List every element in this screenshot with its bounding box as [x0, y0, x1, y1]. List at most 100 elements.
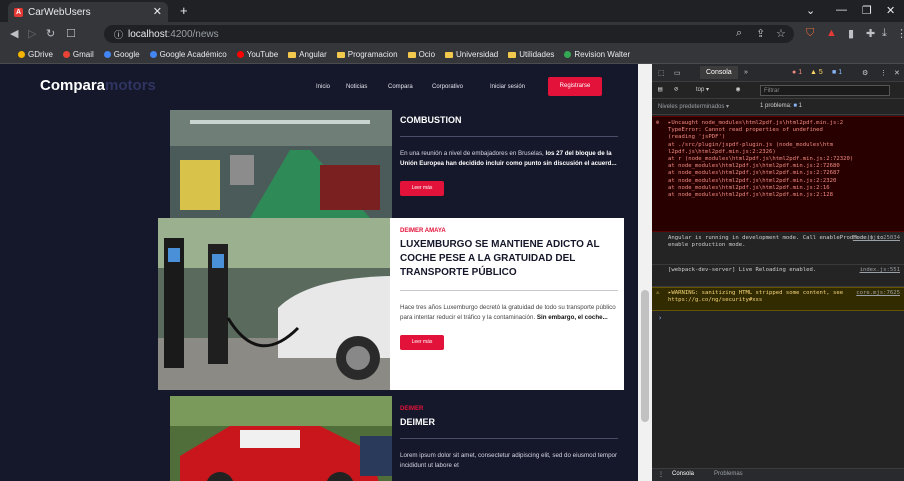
console-filter-input[interactable]: Filtrar — [760, 85, 890, 96]
read-more-button[interactable]: Leer más — [400, 335, 444, 350]
card-body: Hace tres años Luxemburgo decretó la gra… — [400, 303, 618, 323]
page-scrollbar[interactable] — [638, 64, 652, 481]
folder-icon — [407, 51, 416, 58]
card-title: COMBUSTION — [400, 115, 462, 125]
console-prompt-icon[interactable]: › — [658, 314, 662, 322]
error-icon: ⊗ — [656, 120, 660, 126]
info-count-badge[interactable]: ■ 1 — [832, 69, 842, 76]
bookmark-item[interactable]: Revision Walter — [564, 50, 630, 59]
drive-icon — [18, 51, 25, 58]
forward-icon[interactable]: ▷ — [28, 27, 36, 40]
reading-list-icon[interactable]: ▮ — [848, 27, 854, 40]
read-more-button[interactable]: Leer más — [400, 181, 444, 196]
drawer-menu-icon[interactable]: ⋮ — [658, 471, 664, 478]
bookmark-item[interactable]: Google — [103, 50, 140, 59]
youtube-icon — [236, 51, 244, 58]
extension-icon[interactable]: ▲ — [826, 27, 837, 39]
log-source-link[interactable]: index.js:551 — [860, 267, 900, 274]
menu-icon[interactable]: ⋮ — [896, 27, 904, 40]
device-toolbar-icon[interactable]: ▭ — [674, 69, 681, 77]
news-card-highlighted: DEIMER AMAYA LUXEMBURGO SE MANTIENE ADIC… — [158, 218, 624, 390]
minimize-button[interactable]: — — [836, 4, 847, 16]
bookmark-item[interactable]: Angular — [288, 50, 327, 59]
bookmark-item[interactable]: Utilidades — [508, 50, 554, 59]
bookmark-label: Gmail — [72, 50, 94, 59]
card-title: DEIMER — [400, 417, 436, 427]
zoom-icon[interactable]: ⌕ — [736, 27, 742, 40]
folder-icon — [336, 51, 345, 58]
website-viewport: Comparamotors Inicio Noticias Compara Co… — [0, 64, 652, 481]
nav-iniciar-sesion[interactable]: Iniciar sesión — [490, 84, 525, 90]
bookmark-item[interactable]: Google Académico — [149, 50, 227, 59]
error-stack-line: at r (node_modules\html2pdf.js\html2pdf.… — [668, 156, 854, 163]
levels-label: Niveles predeterminados — [658, 104, 725, 110]
bookmark-item[interactable]: YouTube — [236, 50, 278, 59]
console-levels-bar: Niveles predeterminados ▾ 1 problema: ■ … — [652, 99, 904, 115]
bookmark-item[interactable]: Programacion — [336, 50, 398, 59]
folder-icon — [288, 51, 297, 58]
drawer-tab-console[interactable]: Consola — [672, 471, 694, 477]
error-stack-line: at ./src/plugin/jspdf-plugin.js (node_mo… — [668, 141, 834, 148]
register-button[interactable]: Registrarse — [548, 77, 602, 96]
card-body-text: En una reunión a nivel de embajadores en… — [400, 150, 546, 157]
nav-corporativo[interactable]: Corporativo — [432, 84, 463, 90]
issues-button[interactable]: 1 problema: ■ 1 — [760, 103, 802, 109]
brave-shield-icon[interactable]: ⛉ — [806, 27, 814, 40]
settings-icon[interactable]: ⚙ — [862, 69, 868, 77]
new-tab-button[interactable]: + — [180, 3, 188, 18]
bookmark-label: Google Académico — [159, 50, 227, 59]
close-window-button[interactable]: ✕ — [886, 4, 895, 17]
warning-count-badge[interactable]: ▲ 5 — [810, 69, 823, 76]
error-count-badge[interactable]: ● 1 — [792, 69, 802, 76]
share-icon[interactable]: ⇪ — [756, 27, 765, 40]
bookmark-page-icon[interactable]: ☐ — [66, 27, 76, 40]
log-source-link[interactable]: core.mjs:25034 — [853, 235, 900, 242]
close-devtools-icon[interactable]: ✕ — [894, 69, 900, 77]
clear-console-icon[interactable]: ⊘ — [674, 85, 678, 93]
news-card: DEIMER DEIMER Lorem ipsum dolor sit amet… — [170, 396, 622, 481]
bookmark-label: Utilidades — [519, 50, 555, 59]
nav-inicio[interactable]: Inicio — [316, 84, 330, 90]
card-body: En una reunión a nivel de embajadores en… — [400, 149, 618, 169]
nav-noticias[interactable]: Noticias — [346, 84, 367, 90]
star-icon[interactable]: ☆ — [776, 27, 786, 40]
levels-select[interactable]: Niveles predeterminados ▾ — [658, 103, 729, 110]
tab-title: CarWebUsers — [28, 6, 91, 18]
extensions-icon[interactable]: ✚ — [866, 27, 875, 40]
tab-console[interactable]: Consola — [700, 66, 738, 79]
bookmark-item[interactable]: Ocio — [407, 50, 435, 59]
card-divider — [400, 136, 618, 137]
download-icon[interactable]: ⤓ — [882, 27, 887, 40]
tab-search-icon[interactable]: ⌄ — [806, 4, 815, 17]
error-stack-line: at node_modules\html2pdf.js\html2pdf.min… — [668, 170, 840, 177]
address-bar[interactable]: ⓘ localhost:4200/news — [104, 25, 794, 43]
console-warning-message[interactable]: ⚠ ▸WARNING: sanitizing HTML stripped som… — [652, 287, 904, 311]
close-tab-icon[interactable]: ✕ — [153, 5, 162, 18]
card-image-ev-charging — [158, 218, 390, 390]
scrollbar-thumb[interactable] — [641, 290, 649, 422]
site-info-icon[interactable]: ⓘ — [114, 28, 123, 41]
tab-favicon-icon: A — [14, 7, 23, 17]
issues-count: 1 — [798, 103, 802, 109]
url-host: localhost — [128, 28, 168, 40]
warning-source-link[interactable]: core.mjs:7625 — [856, 290, 900, 297]
site-logo[interactable]: Comparamotors — [40, 77, 156, 94]
more-tabs-icon[interactable]: » — [744, 69, 748, 76]
eye-icon[interactable]: ◉ — [736, 85, 740, 93]
reload-icon[interactable]: ↻ — [46, 27, 55, 40]
sidebar-toggle-icon[interactable]: ▤ — [658, 85, 662, 93]
bookmark-item[interactable]: GDrive — [18, 50, 53, 59]
maximize-button[interactable]: ❐ — [862, 4, 872, 17]
back-icon[interactable]: ◀ — [10, 27, 18, 40]
console-error-message[interactable]: ⊗ ▸Uncaught node_modules\html2pdf.js\htm… — [652, 116, 904, 232]
error-stack-line: at node_modules\html2pdf.js\html2pdf.min… — [668, 184, 830, 191]
nav-compara[interactable]: Compara — [388, 84, 413, 90]
drawer-tab-problems[interactable]: Problemas — [714, 471, 743, 477]
context-select[interactable]: top ▾ — [696, 86, 709, 93]
bookmark-item[interactable]: Gmail — [62, 50, 94, 59]
bookmark-item[interactable]: Universidad — [445, 50, 498, 59]
devtools-menu-icon[interactable]: ⋮ — [880, 69, 887, 77]
inspect-icon[interactable]: ⬚ — [658, 69, 665, 77]
logo-main: Compara — [40, 77, 106, 94]
browser-tab[interactable]: A CarWebUsers ✕ — [8, 2, 168, 22]
